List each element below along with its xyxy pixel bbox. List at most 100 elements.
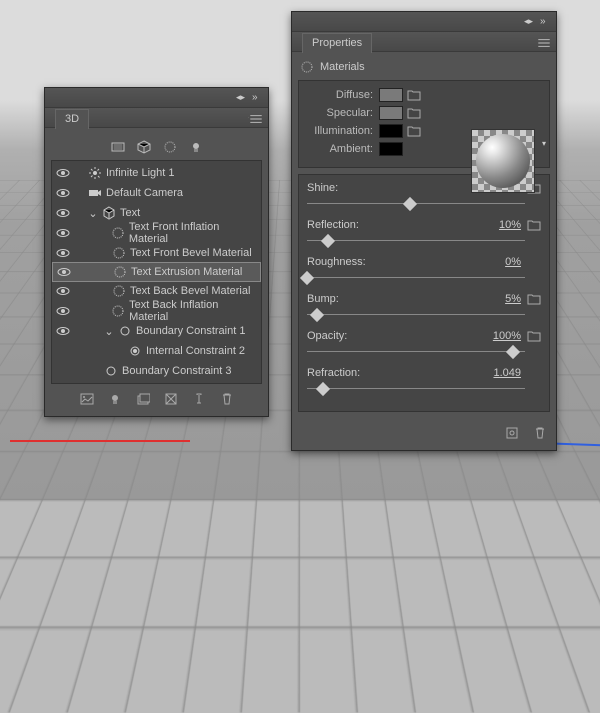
slider-value[interactable]: 0% <box>479 256 521 268</box>
panel-3d-body: Infinite Light 1Default Camera⌄TextText … <box>45 128 268 416</box>
folder-icon[interactable] <box>527 219 541 231</box>
slider-label: Refraction: <box>307 367 360 379</box>
visibility-eye-icon[interactable] <box>56 344 70 358</box>
folder-icon[interactable] <box>527 293 541 305</box>
circ-icon <box>118 324 132 338</box>
preview-menu-chevron-icon[interactable]: ▾ <box>542 139 546 148</box>
tree-row[interactable]: Text Extrusion Material <box>52 262 261 282</box>
filter-materials-icon[interactable] <box>160 138 180 156</box>
folder-icon[interactable] <box>527 330 541 342</box>
slider-label: Shine: <box>307 182 338 194</box>
slider-refraction[interactable] <box>307 382 541 396</box>
new-light-icon[interactable] <box>105 390 125 408</box>
folder-icon[interactable] <box>407 125 421 137</box>
visibility-eye-icon[interactable] <box>56 304 70 318</box>
swatch-row-illumination: Illumination: <box>307 124 465 138</box>
double-chevron-icon[interactable]: » <box>252 92 264 104</box>
new-layer-icon[interactable] <box>133 390 153 408</box>
mat-icon <box>113 265 127 279</box>
filter-scene-icon[interactable] <box>108 138 128 156</box>
slider-reflection[interactable] <box>307 234 541 248</box>
material-preview[interactable] <box>471 129 535 193</box>
visibility-eye-icon[interactable] <box>56 226 70 240</box>
tab-properties[interactable]: Properties <box>302 33 372 53</box>
slider-value[interactable]: 5% <box>479 293 521 305</box>
slider-opacity[interactable] <box>307 345 541 359</box>
tree-item-label: Default Camera <box>106 187 183 199</box>
tree-row[interactable]: Text Back Inflation Material <box>52 301 261 321</box>
visibility-eye-icon[interactable] <box>56 186 70 200</box>
swatch-specular[interactable] <box>379 106 403 120</box>
slider-roughness[interactable] <box>307 271 541 285</box>
expand-caret-icon[interactable]: ⌄ <box>88 207 98 220</box>
expand-caret-icon[interactable]: ⌄ <box>104 325 114 338</box>
mat-icon <box>112 284 126 298</box>
tree-row[interactable]: Text Back Bevel Material <box>52 281 261 301</box>
tree-item-label: Internal Constraint 2 <box>146 345 245 357</box>
double-chevron-icon[interactable]: » <box>540 16 552 28</box>
mat-icon <box>111 304 125 318</box>
camera-icon <box>88 186 102 200</box>
panel-menu-icon[interactable] <box>536 35 552 49</box>
visibility-eye-icon[interactable] <box>57 265 71 279</box>
tree-row[interactable]: Default Camera <box>52 183 261 203</box>
slider-section: Shine:50%Reflection:10%Roughness:0%Bump:… <box>298 174 550 412</box>
swatch-section: ▾ Diffuse: Specular: Illumination: Ambie… <box>298 80 550 168</box>
visibility-eye-icon[interactable] <box>56 324 70 338</box>
add-image-icon[interactable] <box>77 390 97 408</box>
render-icon[interactable] <box>161 390 181 408</box>
panel-3d: ◂▸ » 3D Infinite Light 1Default Camera⌄T… <box>44 87 269 417</box>
tree-item-label: Boundary Constraint 1 <box>136 325 245 337</box>
tree-row[interactable]: Boundary Constraint 3 <box>52 361 261 381</box>
tree-row[interactable]: Internal Constraint 2 <box>52 341 261 361</box>
disc-icon <box>128 344 142 358</box>
swatch-illumination[interactable] <box>379 124 403 138</box>
slider-value[interactable]: 1.049 <box>479 367 521 379</box>
visibility-eye-icon[interactable] <box>56 166 70 180</box>
slider-row-roughness: Roughness:0% <box>307 256 541 285</box>
tree-row[interactable]: Text Front Bevel Material <box>52 243 261 263</box>
mat-icon <box>111 226 125 240</box>
swatch-row-specular: Specular: <box>307 106 465 120</box>
tree-item-label: Text Extrusion Material <box>131 266 242 278</box>
tree-row[interactable]: ⌄ Boundary Constraint 1 <box>52 321 261 341</box>
tree-row[interactable]: Text Front Inflation Material <box>52 223 261 243</box>
duplicate-icon[interactable] <box>189 390 209 408</box>
tree-row[interactable]: ⌄Text <box>52 203 261 223</box>
visibility-eye-icon[interactable] <box>56 284 70 298</box>
slider-value[interactable]: 10% <box>479 219 521 231</box>
swatch-ambient[interactable] <box>379 142 403 156</box>
visibility-eye-icon[interactable] <box>56 246 70 260</box>
label: Illumination: <box>307 125 379 137</box>
filter-meshes-icon[interactable] <box>134 138 154 156</box>
panel-menu-icon[interactable] <box>248 111 264 125</box>
collapse-arrows-icon[interactable]: ◂▸ <box>524 16 536 28</box>
slider-row-reflection: Reflection:10% <box>307 219 541 248</box>
collapse-arrows-icon[interactable]: ◂▸ <box>236 92 248 104</box>
filter-lights-icon[interactable] <box>186 138 206 156</box>
folder-icon[interactable] <box>407 107 421 119</box>
circ-icon <box>104 364 118 378</box>
visibility-eye-icon[interactable] <box>56 206 70 220</box>
mesh-icon <box>102 206 116 220</box>
trash-icon[interactable] <box>530 424 550 442</box>
tree-row[interactable]: Infinite Light 1 <box>52 163 261 183</box>
axis-x <box>10 440 190 442</box>
panel-props-body: Materials ▾ Diffuse: Specular: Illuminat… <box>292 52 556 450</box>
slider-shine[interactable] <box>307 197 541 211</box>
tab-3d[interactable]: 3D <box>55 109 89 129</box>
visibility-eye-icon[interactable] <box>56 364 70 378</box>
material-icon <box>300 60 314 74</box>
panel-props-footer <box>298 418 550 444</box>
subheader-label: Materials <box>320 61 365 73</box>
panel-3d-footer <box>51 384 262 410</box>
label: Ambient: <box>307 143 379 155</box>
render-settings-icon[interactable] <box>502 424 522 442</box>
tab-bar: 3D <box>45 108 268 128</box>
swatch-diffuse[interactable] <box>379 88 403 102</box>
trash-icon[interactable] <box>217 390 237 408</box>
slider-value[interactable]: 100% <box>479 330 521 342</box>
folder-icon[interactable] <box>407 89 421 101</box>
slider-bump[interactable] <box>307 308 541 322</box>
panel-properties: ◂▸ » Properties Materials ▾ Diffuse: Spe… <box>291 11 557 451</box>
